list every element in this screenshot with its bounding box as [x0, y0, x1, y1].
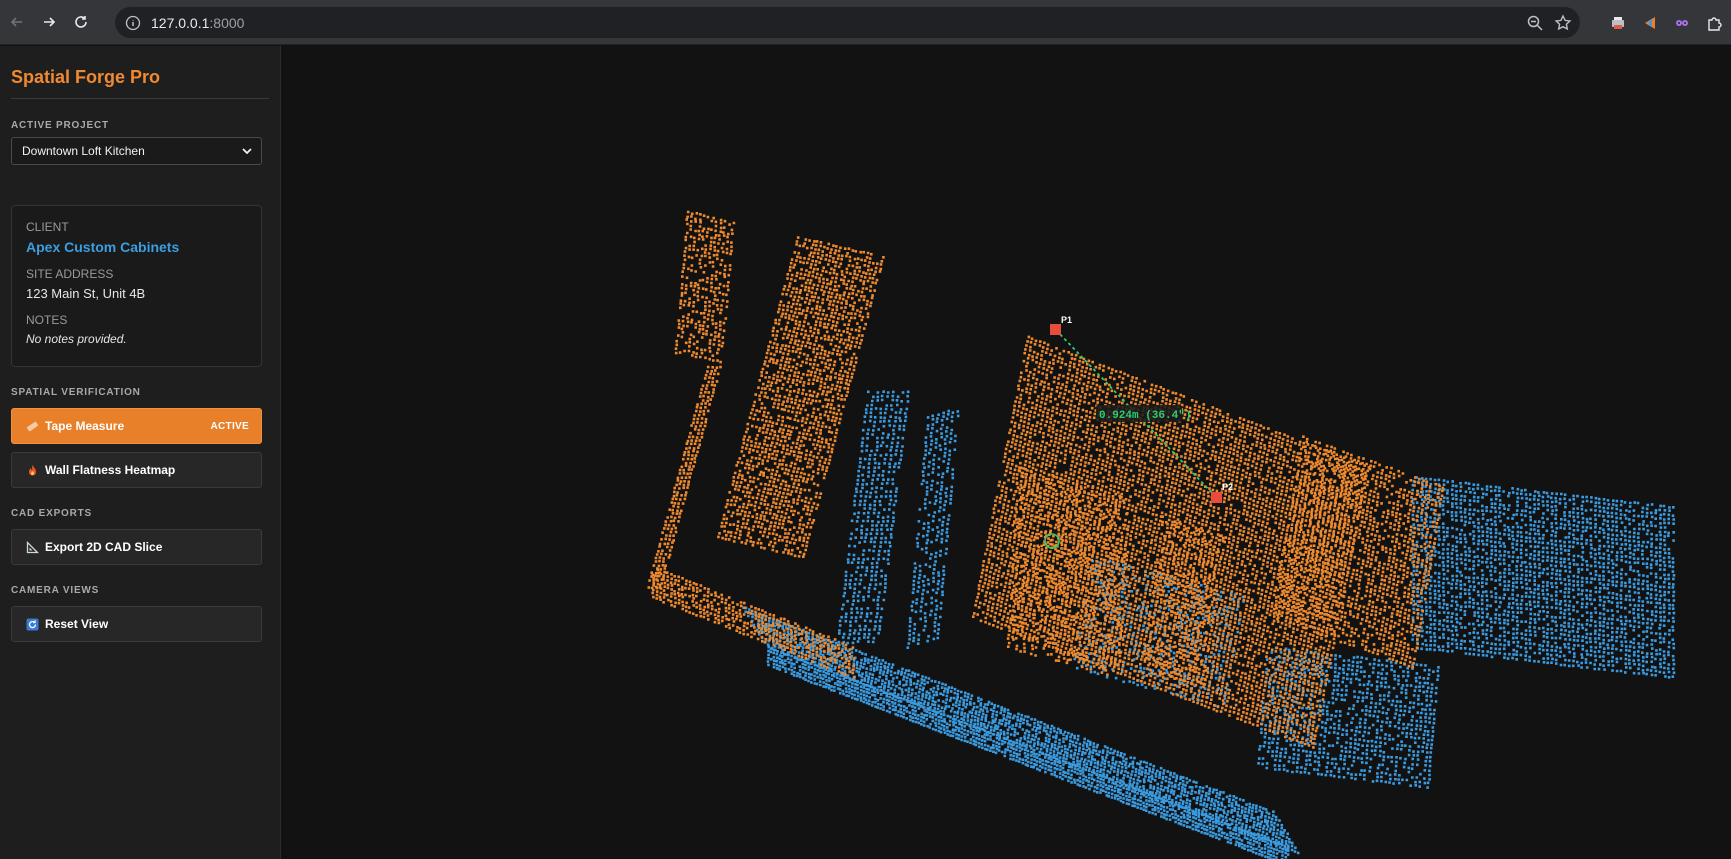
- arrow-left-icon: [10, 17, 22, 27]
- point-cloud-viewport[interactable]: P1 P2 0.924m (36.4"): [282, 46, 1731, 859]
- tall-cabinet-points: [717, 236, 885, 559]
- tape-measure-label: Tape Measure: [45, 419, 125, 433]
- chevron-down-icon: [242, 148, 252, 155]
- reload-icon: [75, 16, 87, 28]
- left-base-points: [651, 567, 856, 679]
- back-button[interactable]: [6, 11, 28, 33]
- right-wall-points: [1411, 476, 1676, 679]
- tape-measure-button[interactable]: Tape Measure ACTIVE: [11, 408, 262, 444]
- left-slant-points: [647, 365, 722, 590]
- flame-icon: [29, 464, 36, 475]
- point-b-label: P2: [1222, 482, 1233, 492]
- notes-label: NOTES: [26, 313, 68, 327]
- notes-text: No notes provided.: [26, 332, 127, 346]
- triangle-ruler-icon: [26, 540, 39, 553]
- extension-printer-icon[interactable]: [1609, 14, 1627, 32]
- url-text: 127.0.0.1:8000: [151, 14, 245, 31]
- reset-view-label: Reset View: [45, 617, 109, 631]
- project-select[interactable]: Downtown Loft Kitchen: [11, 137, 262, 165]
- reload-button[interactable]: [70, 11, 92, 33]
- camera-views-label: CAMERA VIEWS: [11, 585, 100, 596]
- tower-points: [674, 210, 736, 364]
- browser-toolbar: 127.0.0.1:8000: [0, 0, 1731, 45]
- cad-exports-label: CAD EXPORTS: [11, 508, 93, 519]
- zoom-icon[interactable]: [1526, 14, 1544, 32]
- app-title: Spatial Forge Pro: [11, 67, 269, 99]
- extensions-puzzle-icon[interactable]: [1705, 14, 1723, 32]
- spatial-verification-label: SPATIAL VERIFICATION: [11, 387, 141, 398]
- forward-button[interactable]: [38, 11, 60, 33]
- left-cabinet-points: [837, 390, 910, 645]
- sidebar: Spatial Forge Pro ACTIVE PROJECT Downtow…: [0, 46, 281, 859]
- project-select-value: Downtown Loft Kitchen: [22, 144, 145, 158]
- export-cad-slice-button[interactable]: Export 2D CAD Slice: [11, 529, 262, 565]
- refresh-icon: [26, 618, 39, 630]
- arrow-right-icon: [44, 17, 56, 27]
- address-bar[interactable]: 127.0.0.1:8000: [115, 7, 1580, 38]
- ruler-icon: [26, 421, 39, 431]
- point-b-marker[interactable]: [1211, 492, 1222, 503]
- client-info-card: CLIENT Apex Custom Cabinets SITE ADDRESS…: [11, 205, 262, 367]
- active-badge: ACTIVE: [210, 420, 249, 432]
- site-address: 123 Main St, Unit 4B: [26, 286, 146, 301]
- site-info-icon[interactable]: [125, 15, 141, 31]
- client-name: Apex Custom Cabinets: [26, 239, 180, 255]
- wall-flatness-heatmap-label: Wall Flatness Heatmap: [45, 463, 176, 477]
- reset-view-button[interactable]: Reset View: [11, 606, 262, 642]
- extension-face-icon[interactable]: [1673, 14, 1691, 32]
- client-label: CLIENT: [26, 220, 69, 234]
- bookmark-star-icon[interactable]: [1554, 13, 1572, 32]
- active-project-label: ACTIVE PROJECT: [11, 120, 109, 131]
- site-address-label: SITE ADDRESS: [26, 267, 114, 281]
- left-cabinet-points-2: [906, 409, 960, 649]
- wall-flatness-heatmap-button[interactable]: Wall Flatness Heatmap: [11, 452, 262, 488]
- export-cad-slice-label: Export 2D CAD Slice: [45, 540, 163, 554]
- point-a-marker[interactable]: [1050, 324, 1061, 335]
- point-cloud-canvas[interactable]: P1 P2 0.924m (36.4"): [282, 46, 1731, 859]
- extension-colorful-icon[interactable]: [1641, 14, 1659, 32]
- point-a-label: P1: [1061, 315, 1072, 325]
- point-cloud-points: [647, 210, 1676, 859]
- measurement-label: 0.924m (36.4"): [1099, 410, 1191, 422]
